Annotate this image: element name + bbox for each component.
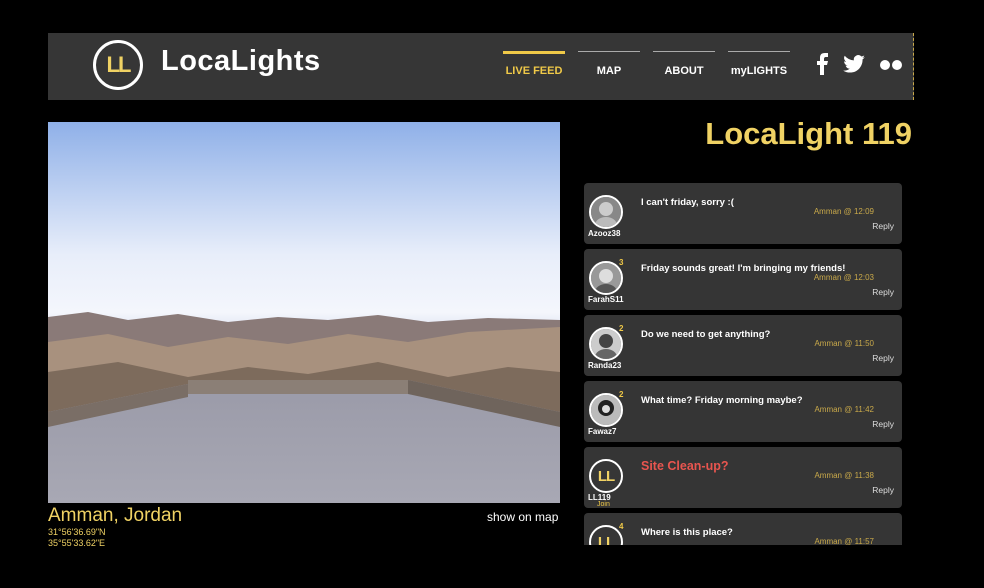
avatar[interactable]: LL [589,525,623,545]
twitter-icon[interactable] [843,55,865,78]
avatar[interactable] [589,393,623,427]
latitude: 31°56'36.69"N [48,527,106,537]
message-meta: Amman @ 11:38 [814,471,874,480]
username[interactable]: LL119 [588,493,632,502]
logo-badge[interactable]: LL [93,40,143,90]
location-name: Amman, Jordan [48,505,183,526]
avatar[interactable] [589,261,623,295]
username[interactable]: Randa23 [588,361,632,370]
feed-item: LL LL119 Join Site Clean-up? Amman @ 11:… [584,447,902,508]
feed-item: 2 Fawaz7 What time? Friday morning maybe… [584,381,902,442]
message-meta: Amman @ 11:42 [814,405,874,414]
main-nav: LIVE FEED MAP ABOUT myLIGHTS [503,51,803,77]
nav-about[interactable]: ABOUT [653,51,715,77]
longitude: 35°55'33.62"E [48,538,106,548]
reply-link[interactable]: Reply [872,419,894,429]
username[interactable]: Fawaz7 [588,427,632,436]
message-meta: Amman @ 12:03 [813,273,874,282]
feed-item: Azooz38 I can't friday, sorry :( Amman @… [584,183,902,244]
reply-link[interactable]: Reply [872,353,894,363]
reply-link[interactable]: Reply [872,287,894,297]
message-text: Site Clean-up? [641,459,729,473]
badge-count: 4 [619,522,624,531]
feed-item: LL 4 Where is this place? Amman @ 11:57 [584,513,902,545]
reply-link[interactable]: Reply [872,485,894,495]
logo-text[interactable]: LocaLights [161,45,321,78]
avatar[interactable] [589,327,623,361]
page-title: LocaLight 119 [705,116,912,151]
avatar[interactable]: LL [589,459,623,493]
facebook-icon[interactable] [815,53,829,80]
message-text: Do we need to get anything? [641,329,771,340]
message-meta: Amman @ 11:57 [814,537,874,545]
join-link[interactable]: Join [597,501,610,508]
avatar[interactable] [589,195,623,229]
feed-item: 3 FarahS11 Friday sounds great! I'm brin… [584,249,902,310]
feed-item: 2 Randa23 Do we need to get anything? Am… [584,315,902,376]
badge-count: 3 [619,258,624,267]
nav-live-feed[interactable]: LIVE FEED [503,51,565,77]
nav-map[interactable]: MAP [578,51,640,77]
message-meta: Amman @ 11:50 [814,339,874,348]
coordinates: 31°56'36.69"N 35°55'33.62"E [48,527,106,549]
message-text: Where is this place? [641,527,733,538]
location-photo[interactable] [48,122,560,503]
badge-count: 2 [619,324,624,333]
message-text: I can't friday, sorry :( [641,197,734,208]
username[interactable]: FarahS11 [588,295,632,304]
username[interactable]: Azooz38 [588,229,632,238]
top-header: LL LocaLights LIVE FEED MAP ABOUT myLIGH… [48,33,914,100]
reply-link[interactable]: Reply [872,221,894,231]
flickr-icon[interactable] [879,58,903,76]
badge-count: 2 [619,390,624,399]
show-on-map-link[interactable]: show on map [487,510,558,524]
nav-mylights[interactable]: myLIGHTS [728,51,790,77]
social-links [815,53,903,80]
message-text: What time? Friday morning maybe? [641,395,803,406]
message-meta: Amman @ 12:09 [813,207,874,216]
live-feed-list[interactable]: Azooz38 I can't friday, sorry :( Amman @… [584,183,904,545]
